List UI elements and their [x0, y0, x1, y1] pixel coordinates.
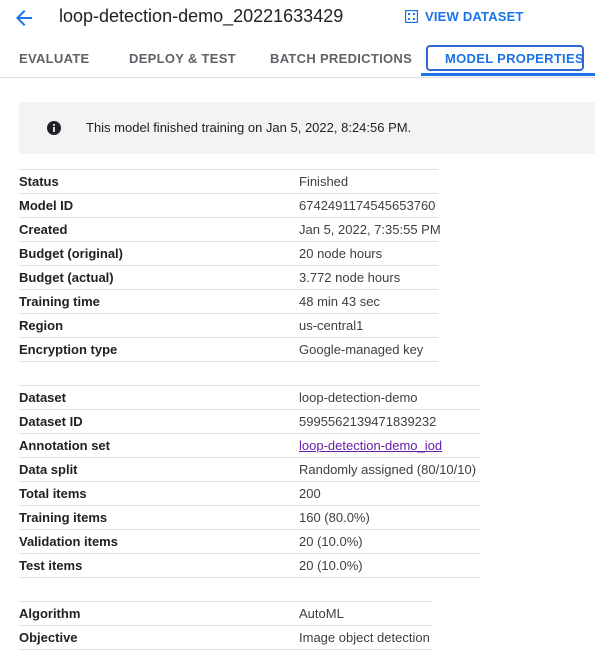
info-icon — [47, 121, 61, 135]
property-value: AutoML — [299, 606, 344, 621]
section-divider — [19, 577, 480, 578]
property-label: Region — [19, 318, 64, 333]
property-value: Finished — [299, 174, 349, 189]
property-row: Budget (actual) 3.772 node hours — [19, 265, 438, 289]
tab-evaluate[interactable]: EVALUATE — [19, 40, 90, 77]
property-label: Objective — [19, 630, 78, 645]
property-label: Training time — [19, 294, 100, 309]
model-title: loop-detection-demo_20221633429 — [59, 6, 344, 26]
property-label: Status — [19, 174, 59, 189]
property-value: 20 (10.0%) — [299, 534, 363, 549]
property-value: 48 min 43 sec — [299, 294, 380, 309]
property-row: Total items 200 — [19, 481, 480, 505]
property-row: Dataset loop-detection-demo — [19, 385, 480, 409]
property-value: Randomly assigned (80/10/10) — [299, 462, 477, 477]
property-value: 160 (80.0%) — [299, 510, 370, 525]
property-row: Region us-central1 — [19, 313, 438, 337]
property-label: Total items — [19, 486, 87, 501]
property-row: Validation items 20 (10.0%) — [19, 529, 480, 553]
property-label: Dataset — [19, 390, 66, 405]
tab-batch-predictions[interactable]: BATCH PREDICTIONS — [270, 40, 412, 77]
property-row: Encryption type Google-managed key — [19, 337, 438, 361]
property-row: Model ID 6742491174545653760 — [19, 193, 438, 217]
property-value: us-central1 — [299, 318, 364, 333]
property-label: Budget (actual) — [19, 270, 114, 285]
section-divider — [19, 649, 432, 650]
property-row: Objective Image object detection — [19, 625, 432, 649]
property-value: 3.772 node hours — [299, 270, 401, 285]
view-dataset-button[interactable]: VIEW DATASET — [404, 6, 524, 26]
property-label: Encryption type — [19, 342, 118, 357]
property-value: 20 node hours — [299, 246, 383, 261]
property-value: Image object detection — [299, 630, 430, 645]
property-label: Annotation set — [19, 438, 110, 453]
section-divider — [19, 361, 438, 362]
property-value: 6742491174545653760 — [299, 198, 436, 213]
property-row: Created Jan 5, 2022, 7:35:55 PM — [19, 217, 441, 241]
property-label: Budget (original) — [19, 246, 123, 261]
property-value: Google-managed key — [299, 342, 424, 357]
property-value: 5995562139471839232 — [299, 414, 437, 429]
property-label: Validation items — [19, 534, 118, 549]
banner-message: This model finished training on Jan 5, 2… — [86, 120, 412, 135]
view-dataset-label: VIEW DATASET — [425, 8, 524, 24]
property-row: Training time 48 min 43 sec — [19, 289, 438, 313]
property-row: Dataset ID 5995562139471839232 — [19, 409, 480, 433]
property-label: Data split — [19, 462, 78, 477]
tab-focus-ring — [426, 45, 584, 71]
property-value: 200 — [299, 486, 321, 501]
property-row: Algorithm AutoML — [19, 601, 432, 625]
property-label: Test items — [19, 558, 83, 573]
property-label: Model ID — [19, 198, 74, 213]
property-label: Dataset ID — [19, 414, 83, 429]
annotation-set-link[interactable]: loop-detection-demo_iod — [299, 438, 442, 453]
page-header: loop-detection-demo_20221633429 VIEW DAT… — [0, 0, 595, 36]
tab-deploy-test[interactable]: DEPLOY & TEST — [129, 40, 236, 77]
property-row: Test items 20 (10.0%) — [19, 553, 480, 577]
property-row: Status Finished — [19, 169, 438, 193]
property-label: Created — [19, 222, 68, 237]
property-row: Data split Randomly assigned (80/10/10) — [19, 457, 480, 481]
property-value: loop-detection-demo — [299, 390, 418, 405]
training-status-banner: This model finished training on Jan 5, 2… — [19, 102, 595, 154]
property-row: Training items 160 (80.0%) — [19, 505, 480, 529]
property-value: 20 (10.0%) — [299, 558, 363, 573]
active-tab-indicator — [421, 73, 595, 76]
property-label: Algorithm — [19, 606, 81, 621]
property-label: Training items — [19, 510, 108, 525]
property-row: Budget (original) 20 node hours — [19, 241, 438, 265]
dataset-grid-icon — [404, 9, 419, 23]
back-arrow-icon[interactable] — [12, 6, 36, 30]
property-row: Annotation set loop-detection-demo_iod — [19, 433, 480, 457]
property-value: Jan 5, 2022, 7:35:55 PM — [299, 222, 441, 237]
